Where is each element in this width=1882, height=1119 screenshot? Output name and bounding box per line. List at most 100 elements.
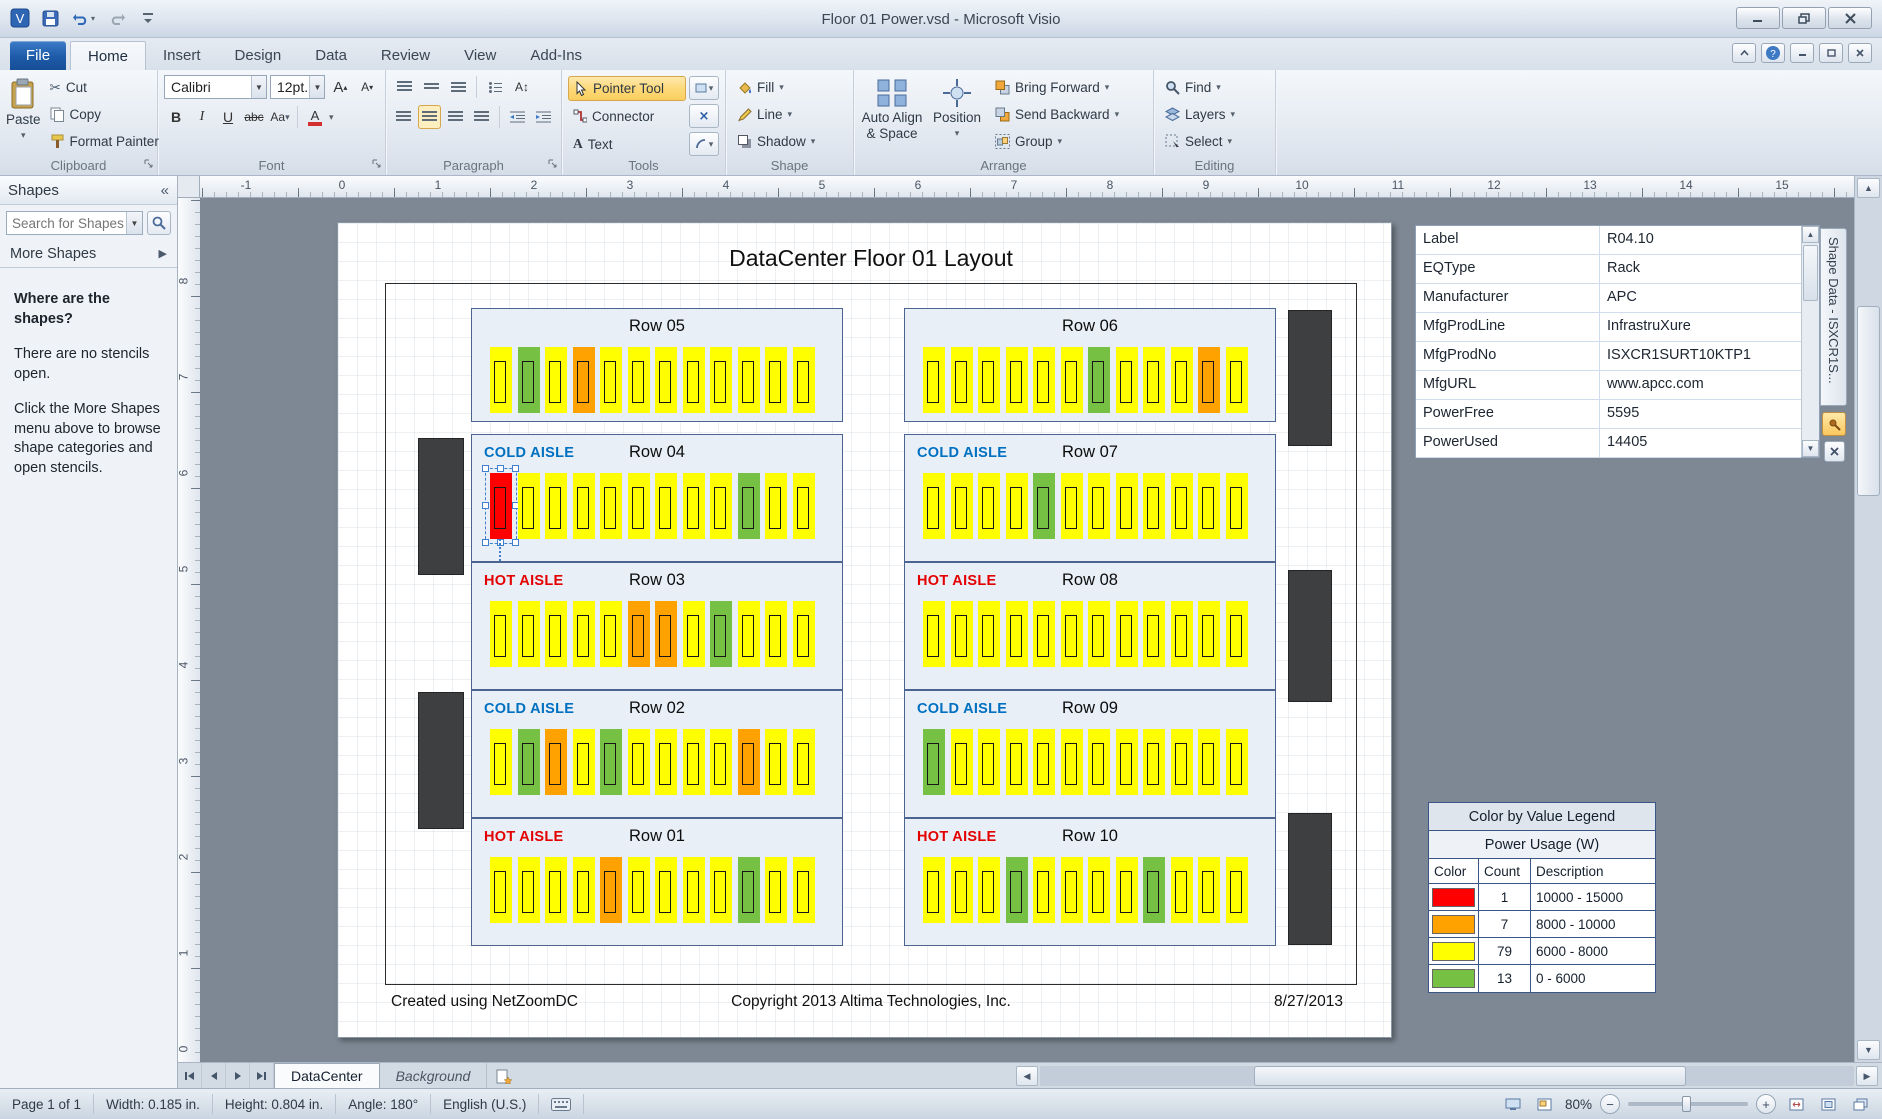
shape-data-scrollbar[interactable]: ▲ ▼ [1801,226,1819,457]
rack-yellow[interactable] [518,601,540,667]
pointer-tool-button[interactable]: Pointer Tool [568,76,686,101]
close-panel-button[interactable] [1824,441,1845,462]
italic-icon[interactable]: I [190,105,214,129]
rack-yellow[interactable] [1033,729,1055,795]
switch-windows-icon[interactable] [1848,1093,1872,1115]
rack-yellow[interactable] [490,729,512,795]
tab-view[interactable]: View [447,41,513,70]
rack-yellow[interactable] [738,601,760,667]
rack-yellow[interactable] [1033,347,1055,413]
rack-yellow[interactable] [1198,601,1220,667]
rack-orange[interactable] [738,729,760,795]
close-button[interactable] [1828,7,1872,29]
rack-yellow[interactable] [1226,729,1248,795]
sheet-tab-background[interactable]: Background [380,1063,488,1088]
connection-point-tool-button[interactable]: × [689,104,719,128]
rack-yellow[interactable] [1171,601,1193,667]
underline-icon[interactable]: U [216,105,240,129]
rack-yellow[interactable] [978,857,1000,923]
rack-yellow[interactable] [1116,729,1138,795]
column-pillar[interactable] [1288,310,1332,446]
rack-yellow[interactable] [978,473,1000,539]
selection-handle[interactable] [512,539,519,546]
scroll-up-icon[interactable]: ▲ [1857,178,1880,198]
font-family-select[interactable]: Calibri▼ [164,75,267,99]
undo-icon[interactable]: ▾ [68,5,100,31]
doc-close-icon[interactable] [1848,43,1872,63]
text-direction-icon[interactable]: A↕ [510,75,534,99]
zoom-slider-thumb[interactable] [1682,1096,1691,1112]
scroll-down-icon[interactable]: ▼ [1857,1040,1880,1060]
rack-yellow[interactable] [683,857,705,923]
group-button[interactable]: Group▾ [990,129,1124,154]
rack-yellow[interactable] [490,857,512,923]
pan-zoom-window-icon[interactable] [1533,1093,1557,1115]
rack-yellow[interactable] [923,347,945,413]
status-width[interactable]: Width: 0.185 in. [94,1094,213,1114]
rack-orange[interactable] [1198,347,1220,413]
rack-yellow[interactable] [1226,857,1248,923]
rack-yellow[interactable] [951,729,973,795]
rack-yellow[interactable] [710,729,732,795]
find-button[interactable]: Find▾ [1160,75,1269,100]
help-icon[interactable]: ? [1761,43,1785,63]
scroll-thumb[interactable] [1254,1066,1686,1086]
tab-add-ins[interactable]: Add-Ins [513,41,599,70]
customize-qat-icon[interactable] [136,5,160,31]
file-tab[interactable]: File [10,41,66,70]
rack-yellow[interactable] [1171,857,1193,923]
tab-insert[interactable]: Insert [146,41,218,70]
rack-yellow[interactable] [793,857,815,923]
rack-green[interactable] [518,729,540,795]
chevron-down-icon[interactable]: ▼ [126,212,142,234]
send-backward-button[interactable]: Send Backward▾ [990,102,1124,127]
redo-icon[interactable] [106,5,130,31]
scroll-thumb[interactable] [1803,245,1818,301]
rack-green[interactable] [1033,473,1055,539]
drawing-viewport[interactable]: DataCenter Floor 01 Layout Row 05COLD AI… [200,198,1854,1062]
restore-button[interactable] [1782,7,1826,29]
horizontal-scrollbar[interactable]: ◀ ▶ [1016,1066,1878,1086]
align-right-icon[interactable] [444,105,467,129]
scroll-down-icon[interactable]: ▼ [1802,440,1819,457]
rack-yellow[interactable] [1061,601,1083,667]
rack-yellow[interactable] [951,347,973,413]
search-icon[interactable] [147,211,171,235]
sheet-tab-datacenter[interactable]: DataCenter [274,1063,380,1088]
rack-yellow[interactable] [1088,729,1110,795]
visio-app-icon[interactable]: V [8,5,32,31]
first-page-icon[interactable] [178,1063,202,1088]
rack-yellow[interactable] [545,473,567,539]
rack-yellow[interactable] [628,473,650,539]
rack-yellow[interactable] [600,601,622,667]
shape-data-field-value[interactable]: 5595 [1600,400,1801,428]
rack-yellow[interactable] [1198,473,1220,539]
insert-page-icon[interactable] [487,1063,521,1088]
rack-yellow[interactable] [1006,729,1028,795]
decrease-indent-icon[interactable] [506,105,529,129]
bring-forward-button[interactable]: Bring Forward▾ [990,75,1124,100]
rack-yellow[interactable] [628,729,650,795]
rack-yellow[interactable] [1226,347,1248,413]
rack-yellow[interactable] [545,347,567,413]
selection-handle[interactable] [497,465,504,472]
rack-yellow[interactable] [655,857,677,923]
rack-yellow[interactable] [978,347,1000,413]
font-dialog-launcher-icon[interactable] [372,156,382,172]
rack-yellow[interactable] [923,601,945,667]
shadow-button[interactable]: Shadow▾ [732,129,847,154]
macro-recorder-icon[interactable] [539,1094,584,1114]
paste-button[interactable]: Paste ▾ [6,75,41,157]
rack-green[interactable] [1143,857,1165,923]
select-button[interactable]: Select▾ [1160,129,1269,154]
rack-yellow[interactable] [655,473,677,539]
selection-box[interactable] [485,468,517,544]
rack-yellow[interactable] [1061,729,1083,795]
rack-yellow[interactable] [600,347,622,413]
rack-yellow[interactable] [710,473,732,539]
align-left-icon[interactable] [392,105,415,129]
rack-yellow[interactable] [951,601,973,667]
rack-yellow[interactable] [1088,473,1110,539]
rack-yellow[interactable] [765,473,787,539]
tab-design[interactable]: Design [218,41,299,70]
